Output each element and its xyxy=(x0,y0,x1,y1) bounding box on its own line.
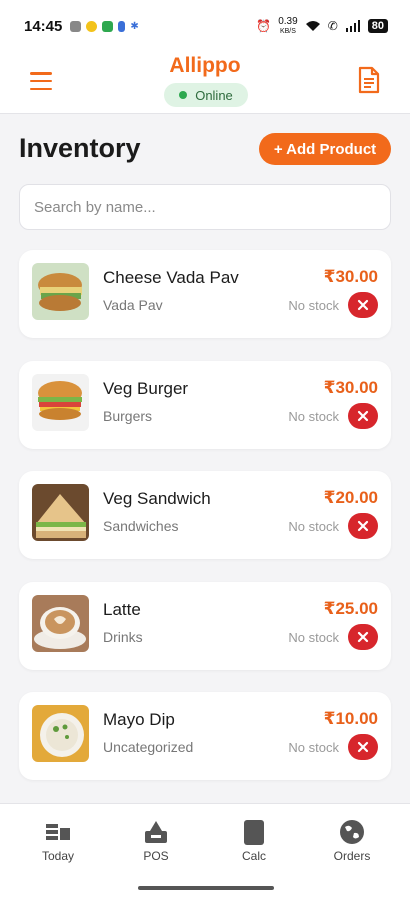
pos-icon xyxy=(145,821,167,843)
app-title: Allippo xyxy=(169,54,241,77)
alarm-icon: ⏰ xyxy=(256,19,272,33)
call-icon: ✆ xyxy=(327,19,338,33)
nav-label: POS xyxy=(143,849,169,863)
stock-status: No stock xyxy=(288,519,339,534)
product-name: Latte xyxy=(103,599,141,619)
online-status-label: Online xyxy=(195,87,233,103)
nav-label: Calc xyxy=(241,849,266,863)
nav-label: Today xyxy=(41,849,75,863)
product-category: Drinks xyxy=(103,628,143,645)
app-bar: Allippo Online xyxy=(0,52,410,114)
stock-status: No stock xyxy=(288,408,339,424)
product-name: Cheese Vada Pav xyxy=(103,268,239,287)
notification-icon xyxy=(86,20,98,32)
nav-item-orders[interactable]: Orders xyxy=(307,819,397,863)
sandwich-image xyxy=(32,484,89,541)
nav-item-today[interactable]: Today xyxy=(13,819,103,863)
delete-button[interactable] xyxy=(348,402,378,429)
product-price: ₹25.00 xyxy=(323,598,378,618)
status-bar: 14:45 ✱ ⏰ 0.39 KB/S ✆ 80 xyxy=(0,0,410,52)
shield-icon xyxy=(118,20,126,32)
mayo-dip-image xyxy=(32,705,89,762)
product-card[interactable]: Cheese Vada Pav Vada Pav ₹30.00 No stock xyxy=(19,250,391,338)
product-category: Sandwiches xyxy=(103,518,179,534)
delete-button[interactable] xyxy=(348,292,378,318)
product-name: Veg Sandwich xyxy=(103,489,211,508)
close-icon xyxy=(357,520,369,532)
data-speed-value: 0.39 xyxy=(278,15,298,27)
product-price: ₹20.00 xyxy=(323,488,378,507)
product-category: Uncategorized xyxy=(103,739,194,755)
search-input[interactable] xyxy=(19,184,391,230)
close-icon xyxy=(357,741,369,753)
signal-icon xyxy=(345,20,360,32)
latte-image xyxy=(32,594,89,652)
burger-image xyxy=(32,373,89,431)
status-dot xyxy=(179,91,188,99)
product-category: Vada Pav xyxy=(103,297,163,313)
system-icons: ⏰ 0.39 KB/S ✆ 80 xyxy=(256,15,388,36)
calculator-icon xyxy=(244,820,264,845)
close-icon xyxy=(357,299,369,311)
close-icon xyxy=(357,410,369,421)
gesture-bar[interactable] xyxy=(138,886,274,890)
product-name: Mayo Dip xyxy=(103,710,175,729)
today-icon xyxy=(46,824,70,840)
globe-icon xyxy=(340,820,364,844)
product-price: ₹10.00 xyxy=(323,709,378,728)
product-list: Cheese Vada Pav Vada Pav ₹30.00 No stock… xyxy=(19,250,391,803)
stock-status: No stock xyxy=(288,629,339,645)
nav-label: Orders xyxy=(333,849,371,863)
notification-icons: ✱ xyxy=(70,20,139,32)
online-status-badge: Online xyxy=(164,83,248,107)
data-speed-unit: KB/S xyxy=(279,27,296,35)
bluetooth-icon: ✱ xyxy=(130,20,139,32)
stock-status: No stock xyxy=(288,298,339,313)
product-price: ₹30.00 xyxy=(323,377,378,397)
product-card[interactable]: Veg Sandwich Sandwiches ₹20.00 No stock xyxy=(19,471,391,559)
battery-icon: 80 xyxy=(367,19,388,33)
vada-pav-image xyxy=(32,263,89,320)
add-product-button[interactable]: + Add Product xyxy=(259,133,391,165)
document-icon[interactable] xyxy=(358,66,380,94)
product-card[interactable]: Veg Burger Burgers ₹30.00 No stock xyxy=(19,360,391,449)
wifi-icon xyxy=(305,21,320,31)
product-card[interactable]: Mayo Dip Uncategorized ₹10.00 No stock xyxy=(19,692,391,780)
stock-status: No stock xyxy=(288,740,339,755)
nav-item-pos[interactable]: POS xyxy=(111,819,201,863)
notification-icon xyxy=(70,20,82,32)
close-icon xyxy=(357,631,369,642)
nav-item-calc[interactable]: Calc xyxy=(209,819,299,863)
data-speed: 0.39 KB/S xyxy=(278,15,298,36)
delete-button[interactable] xyxy=(348,513,378,539)
delete-button[interactable] xyxy=(348,734,378,760)
product-category: Burgers xyxy=(103,407,153,424)
product-price: ₹30.00 xyxy=(323,267,378,286)
product-name: Veg Burger xyxy=(103,378,189,398)
delete-button[interactable] xyxy=(348,623,378,650)
page-title: Inventory xyxy=(19,133,141,163)
product-card[interactable]: Latte Drinks ₹25.00 No stock xyxy=(19,581,391,670)
status-time: 14:45 xyxy=(24,17,63,35)
notification-icon xyxy=(102,20,114,32)
